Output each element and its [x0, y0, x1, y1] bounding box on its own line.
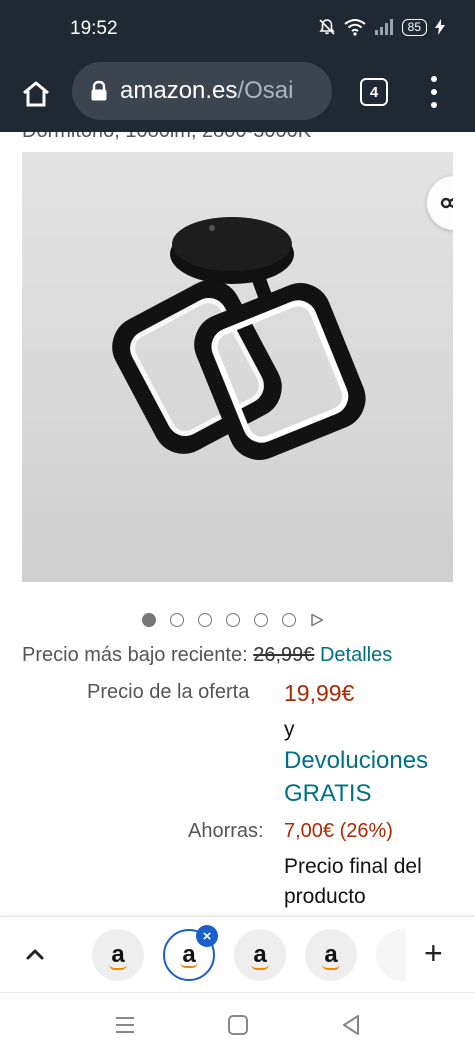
- battery-indicator: 85: [401, 18, 427, 36]
- menu-dot: [431, 89, 437, 95]
- lowest-price-row: Precio más bajo reciente: 26,99€ Detalle…: [22, 644, 392, 667]
- savings-label: Ahorras:: [188, 820, 264, 843]
- tab-strip: a a × a a +: [0, 916, 475, 992]
- signal-icon: [374, 19, 393, 35]
- carousel-dot[interactable]: [254, 613, 268, 627]
- collapse-tab-strip-button[interactable]: [22, 941, 48, 972]
- url-text: amazon.es/Osai: [120, 77, 293, 105]
- status-icons: 85: [318, 18, 445, 36]
- lock-icon: [91, 80, 107, 101]
- lowest-price-label: Precio más bajo reciente:: [22, 644, 248, 666]
- final-price-note-line1: Precio final del: [284, 855, 422, 878]
- offer-price: 19,99€: [284, 680, 355, 706]
- url-path: /Osai: [237, 77, 294, 104]
- free-returns-link-line1[interactable]: Devoluciones: [284, 747, 428, 775]
- recents-menu-icon[interactable]: [114, 1015, 136, 1035]
- offer-label: Precio de la oferta: [87, 681, 249, 704]
- home-icon: [23, 81, 49, 107]
- details-link[interactable]: Detalles: [320, 644, 392, 666]
- url-bar[interactable]: amazon.es/Osai: [72, 62, 332, 120]
- ceiling-lamp-illustration: [112, 217, 366, 460]
- image-carousel-dots: [142, 613, 324, 627]
- status-time: 19:52: [70, 18, 118, 39]
- menu-dot: [431, 76, 437, 82]
- chevron-up-icon: [26, 949, 44, 960]
- url-domain: amazon.es: [120, 77, 238, 104]
- home-nav-icon[interactable]: [227, 1014, 249, 1036]
- tab-amazon-4[interactable]: a: [305, 929, 357, 981]
- offer-label-text: Precio de la oferta: [87, 681, 250, 703]
- new-tab-button[interactable]: +: [424, 937, 443, 969]
- overflow-menu-button[interactable]: [424, 76, 444, 108]
- mute-bell-icon: [319, 19, 335, 35]
- browser-toolbar: amazon.es/Osai 4: [0, 56, 475, 132]
- share-icon: [440, 197, 453, 209]
- product-page: Dormitorio, 1080lm, 2800-3000K: [0, 132, 475, 916]
- lowest-price-value: 26,99€: [253, 644, 315, 666]
- product-title-cut: Dormitorio, 1080lm, 2800-3000K: [22, 132, 311, 143]
- and-text: y: [284, 718, 295, 741]
- free-returns-link-line2[interactable]: GRATIS: [284, 780, 372, 808]
- carousel-dot[interactable]: [282, 613, 296, 627]
- carousel-dot[interactable]: [198, 613, 212, 627]
- carousel-dot[interactable]: [226, 613, 240, 627]
- savings-value: 7,00€ (26%): [284, 820, 393, 842]
- wifi-icon: [344, 19, 366, 36]
- status-bar: 19:52 85: [0, 0, 475, 56]
- amazon-smile-icon: [109, 964, 127, 970]
- carousel-dot[interactable]: [142, 613, 156, 627]
- tab-switcher-button[interactable]: 4: [360, 78, 388, 106]
- menu-dot: [431, 102, 437, 108]
- back-nav-icon[interactable]: [340, 1014, 362, 1036]
- final-price-note-line2: producto: [284, 885, 366, 908]
- savings-label-text: Ahorras:: [188, 820, 264, 842]
- home-button[interactable]: [18, 76, 54, 112]
- amazon-smile-icon: [251, 964, 269, 970]
- tab-amazon-1[interactable]: a: [92, 929, 144, 981]
- product-image[interactable]: [22, 152, 453, 582]
- tab-amazon-partial[interactable]: [376, 929, 406, 981]
- charging-bolt-icon: [435, 19, 445, 35]
- carousel-dot[interactable]: [170, 613, 184, 627]
- video-play-icon[interactable]: [310, 613, 324, 627]
- tab-amazon-3[interactable]: a: [234, 929, 286, 981]
- system-nav-bar: [0, 992, 475, 1056]
- amazon-smile-icon: [322, 964, 340, 970]
- close-tab-button[interactable]: ×: [196, 925, 218, 947]
